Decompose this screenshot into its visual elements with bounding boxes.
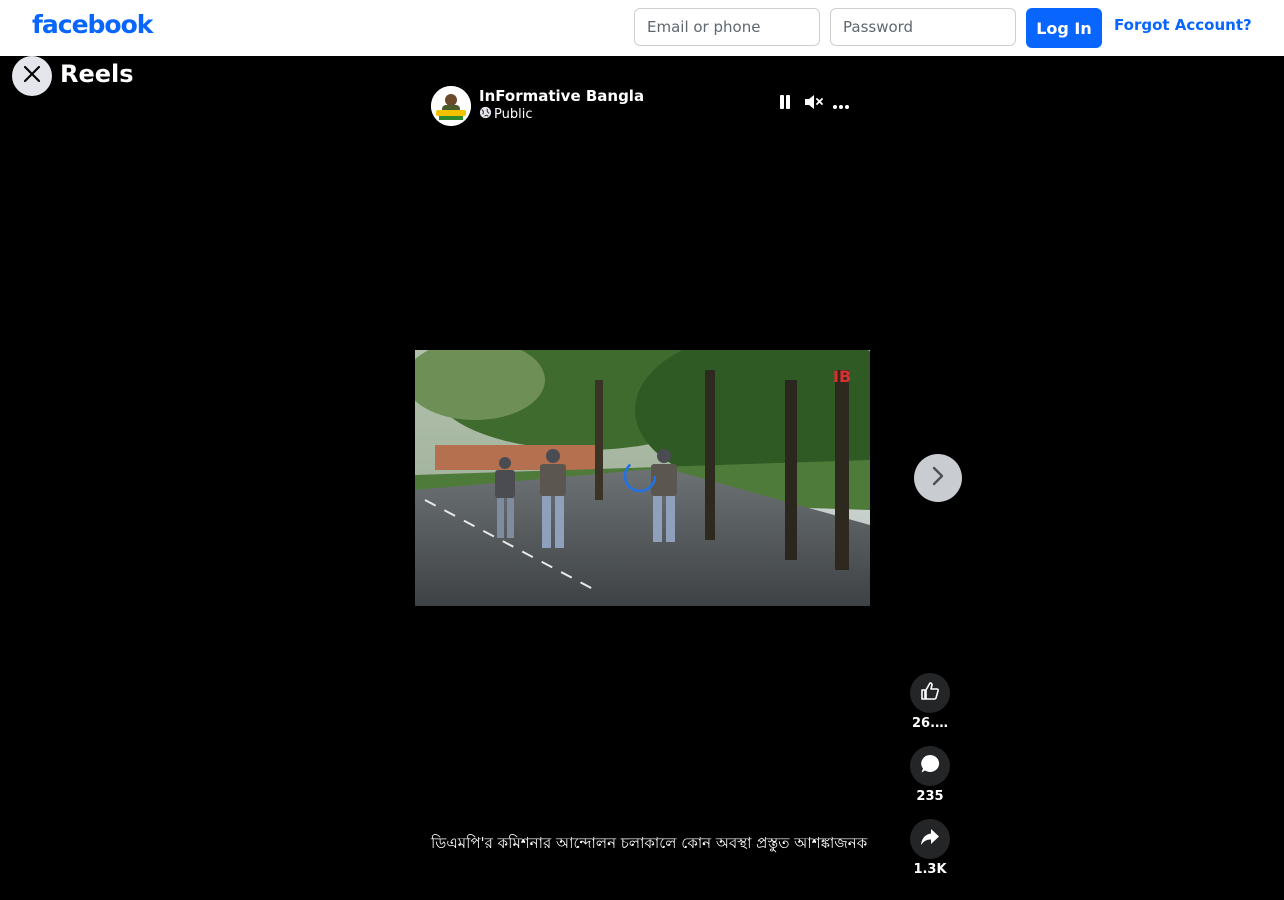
comment-button[interactable] (910, 746, 950, 786)
svg-text:IB: IB (833, 367, 851, 386)
share-button[interactable] (910, 819, 950, 859)
forgot-account-link[interactable]: Forgot Account? (1114, 16, 1252, 34)
login-button[interactable]: Log In (1026, 8, 1102, 48)
audience-indicator: Public (479, 106, 532, 123)
post-author-name[interactable]: InFormative Bangla (479, 87, 644, 105)
like-count: 26.… (911, 716, 949, 731)
facebook-logo[interactable]: facebook (32, 10, 153, 39)
pause-button[interactable] (775, 94, 795, 114)
share-count: 1.3K (913, 862, 947, 877)
like-button[interactable] (910, 673, 950, 713)
chevron-right-icon (931, 466, 945, 490)
mute-button[interactable] (803, 94, 823, 114)
page-title: Reels (60, 60, 134, 88)
comment-icon (920, 754, 940, 778)
audience-label: Public (494, 107, 533, 122)
globe-icon (479, 106, 492, 123)
more-options-button[interactable] (831, 94, 851, 114)
next-reel-button[interactable] (914, 454, 962, 502)
muted-speaker-icon (803, 93, 823, 115)
thumbs-up-icon (920, 681, 940, 705)
reel-video[interactable]: IB (415, 350, 870, 606)
pause-icon (778, 94, 792, 114)
post-caption: ডিএমপি'র কমিশনার আন্দোলন চলাকালে কোন অবস… (431, 834, 868, 852)
close-button[interactable] (12, 56, 52, 96)
share-arrow-icon (920, 828, 940, 850)
comment-count: 235 (916, 789, 944, 804)
top-navbar: facebook Log In Forgot Account? (0, 0, 1284, 56)
close-icon (23, 65, 41, 87)
avatar[interactable] (431, 86, 471, 126)
more-dots-icon (832, 95, 850, 114)
email-field[interactable] (634, 8, 820, 46)
password-field[interactable] (830, 8, 1016, 46)
